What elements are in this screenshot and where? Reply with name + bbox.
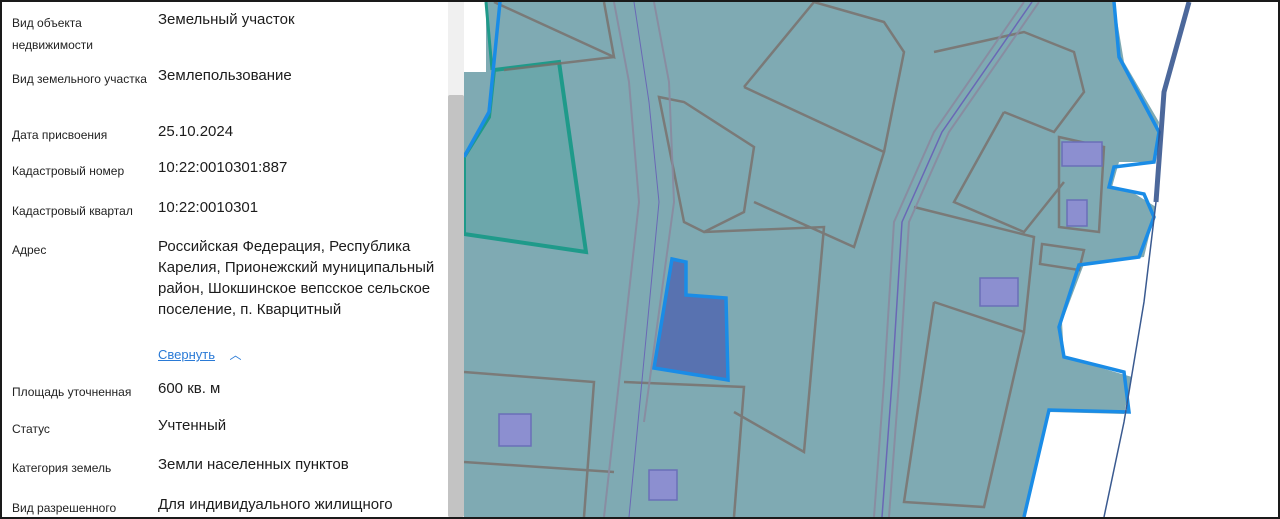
field-value: 10:22:0010301 bbox=[158, 199, 259, 216]
field-value: Земли населенных пунктов bbox=[158, 456, 349, 473]
property-info-panel: Вид объекта недвижимости Земельный участ… bbox=[2, 2, 448, 517]
window-frame: Вид объекта недвижимости Земельный участ… bbox=[0, 0, 1280, 519]
selected-parcel bbox=[651, 256, 730, 383]
teal-region bbox=[464, 59, 589, 255]
road-center bbox=[881, 2, 1033, 517]
field-value: Землепользование bbox=[158, 67, 292, 84]
field-value: Учтенный bbox=[158, 417, 227, 434]
field-value: 10:22:0010301:887 bbox=[158, 159, 288, 176]
field-value: 25.10.2024 bbox=[158, 123, 234, 140]
field-label: Вид земельного участка bbox=[12, 72, 147, 86]
panel-scrollbar-thumb[interactable] bbox=[448, 95, 464, 517]
field-label: Адрес bbox=[12, 243, 47, 257]
map-canvas[interactable] bbox=[464, 2, 1278, 517]
field-label: Вид объекта недвижимости bbox=[12, 16, 93, 52]
chevron-up-icon[interactable]: ︿ bbox=[229, 346, 241, 363]
field-value: Для индивидуального жилищного bbox=[158, 496, 393, 513]
map-outside-area bbox=[1024, 2, 1278, 517]
field-label: Площадь уточненная bbox=[12, 385, 132, 399]
field-value: Земельный участок bbox=[158, 11, 295, 28]
field-label: Кадастровый квартал bbox=[12, 204, 133, 218]
map-white-strip bbox=[464, 2, 486, 72]
field-label: Статус bbox=[12, 422, 50, 436]
field-value: Российская Федерация, Республика Карелия… bbox=[158, 238, 435, 318]
field-label: Вид разрешенного bbox=[12, 501, 117, 515]
collapse-link[interactable]: Свернуть bbox=[158, 347, 215, 362]
field-value: 600 кв. м bbox=[158, 380, 221, 397]
teal-outline-top bbox=[484, 2, 494, 71]
field-label: Кадастровый номер bbox=[12, 164, 125, 178]
field-label: Дата присвоения bbox=[12, 128, 108, 142]
field-label: Категория земель bbox=[12, 461, 112, 475]
cadastral-map[interactable] bbox=[464, 2, 1278, 517]
